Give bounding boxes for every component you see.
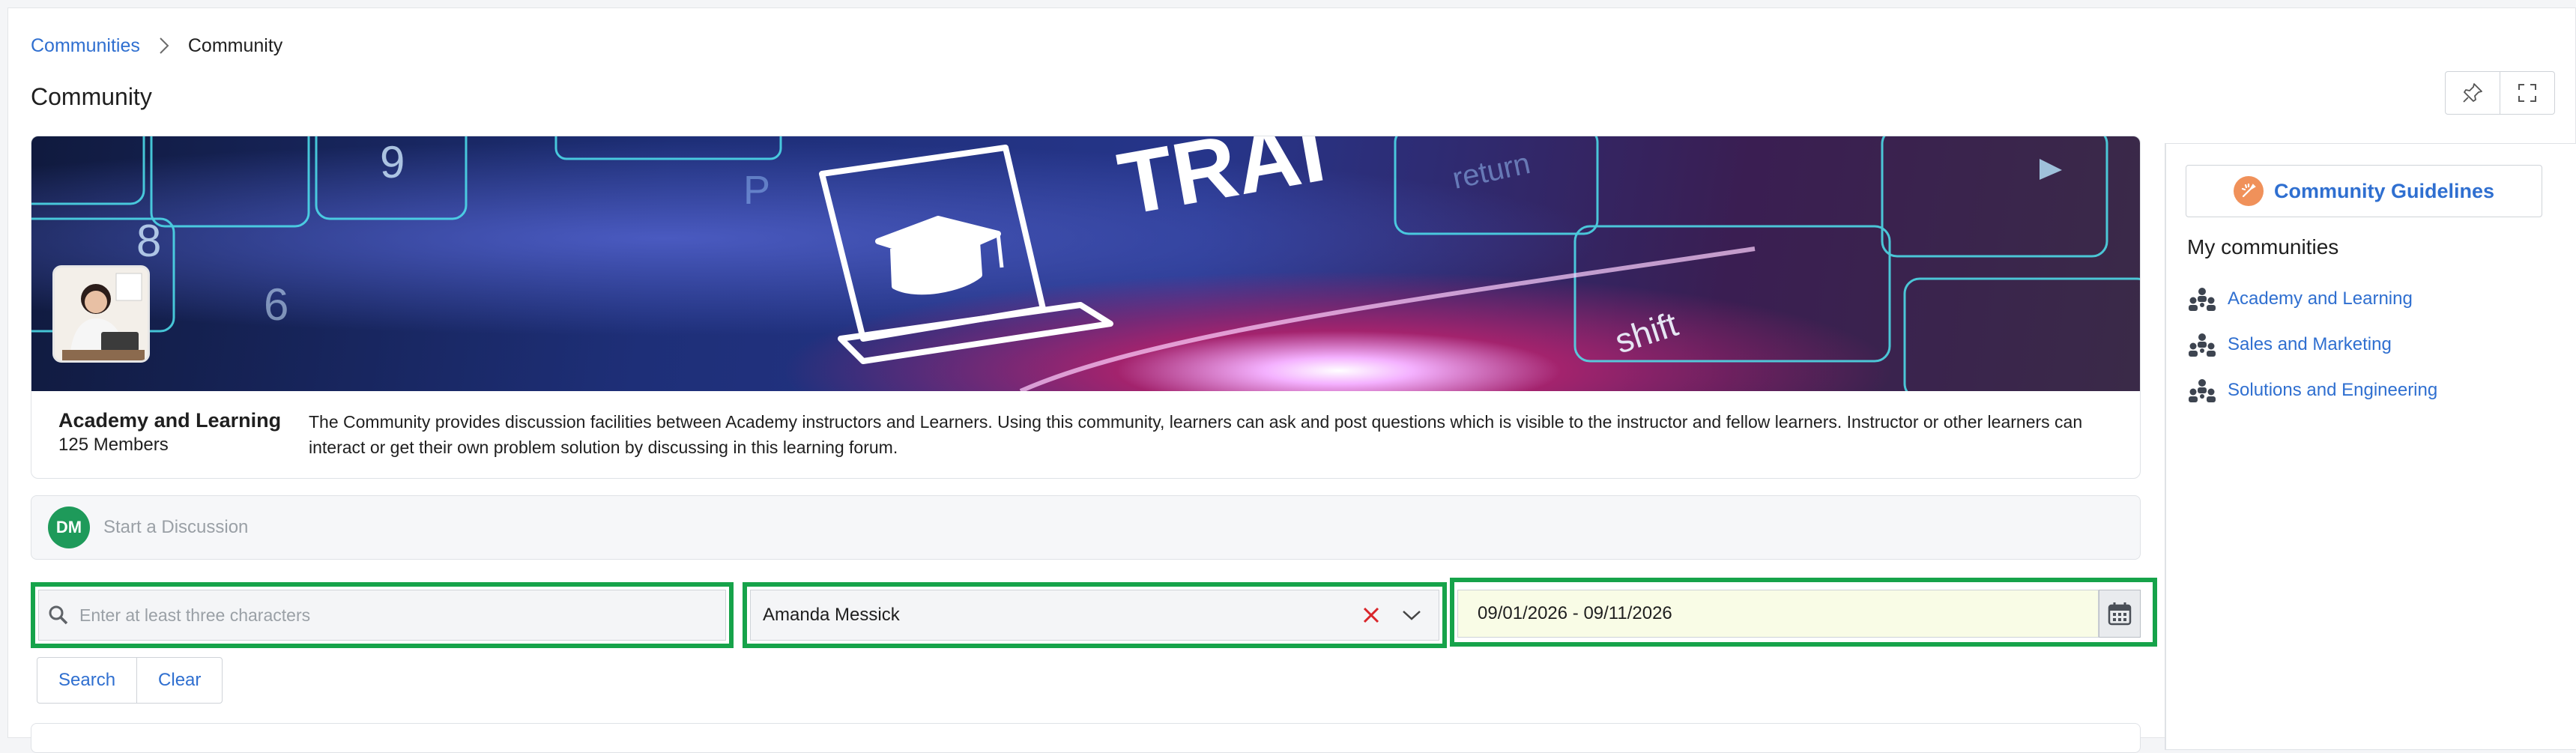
start-discussion-placeholder: Start a Discussion: [103, 517, 249, 537]
community-group-icon: [2189, 333, 2216, 357]
my-community-item-solutions[interactable]: Solutions and Engineering: [2187, 367, 2437, 413]
community-name: Academy and Learning: [58, 409, 282, 432]
page-tools: [2445, 71, 2555, 115]
sidebar: Community Guidelines My communities Acad…: [2165, 143, 2576, 750]
breadcrumb-current: Community: [187, 34, 283, 56]
community-avatar: [52, 265, 150, 363]
community-description: The Community provides discussion facili…: [309, 412, 2083, 457]
svg-text:8: 8: [136, 216, 161, 266]
community-members-count: 125 Members: [58, 435, 169, 455]
pin-icon: [2463, 83, 2482, 103]
page-container: Communities Community Community 9 8 6 P …: [7, 7, 2576, 753]
guidelines-icon: [2233, 176, 2264, 206]
my-community-label: Solutions and Engineering: [2228, 379, 2438, 400]
svg-text:shift: shift: [1610, 304, 1683, 361]
my-community-label: Sales and Marketing: [2228, 333, 2392, 354]
my-communities-list: Academy and Learning Sales and Marketing…: [2187, 276, 2437, 413]
chevron-down-icon[interactable]: [1401, 608, 1422, 622]
author-select[interactable]: Amanda Messick: [750, 590, 1439, 641]
my-community-item-sales[interactable]: Sales and Marketing: [2187, 321, 2437, 367]
calendar-button[interactable]: [2099, 590, 2141, 638]
search-icon: [49, 605, 68, 625]
start-discussion-box[interactable]: DM Start a Discussion: [31, 495, 2141, 560]
search-field: [38, 590, 726, 641]
my-communities-heading: My communities: [2187, 235, 2339, 258]
clear-button[interactable]: Clear: [136, 658, 222, 703]
community-banner-card: 9 8 6 P return shift TRAI Academy and Le…: [31, 136, 2141, 479]
community-guidelines-button[interactable]: Community Guidelines: [2186, 165, 2542, 217]
my-community-item-academy[interactable]: Academy and Learning: [2187, 276, 2437, 321]
svg-text:TRAI: TRAI: [1112, 136, 1332, 235]
expand-icon: [2518, 84, 2536, 102]
calendar-icon: [2108, 602, 2132, 626]
svg-text:9: 9: [380, 137, 405, 187]
community-banner-image: 9 8 6 P return shift TRAI: [31, 136, 2140, 391]
my-community-label: Academy and Learning: [2228, 288, 2413, 309]
fullscreen-button[interactable]: [2500, 72, 2554, 114]
date-range-value: 09/01/2026 - 09/11/2026: [1478, 603, 1672, 623]
author-select-value: Amanda Messick: [763, 605, 900, 625]
search-button[interactable]: Search: [37, 658, 136, 703]
date-range-input[interactable]: 09/01/2026 - 09/11/2026: [1457, 590, 2099, 638]
user-avatar: DM: [48, 506, 90, 548]
community-info: Academy and Learning 125 Members The Com…: [31, 391, 2140, 478]
breadcrumb: Communities Community: [31, 31, 282, 61]
community-group-icon: [2189, 378, 2216, 402]
svg-text:P: P: [743, 168, 770, 213]
pin-button[interactable]: [2446, 72, 2500, 114]
svg-text:return: return: [1450, 147, 1533, 196]
search-actions: Search Clear: [37, 657, 223, 704]
breadcrumb-communities-link[interactable]: Communities: [31, 35, 140, 57]
search-input[interactable]: [78, 604, 725, 626]
chevron-right-icon: [158, 36, 170, 55]
svg-text:6: 6: [264, 279, 288, 330]
community-guidelines-label: Community Guidelines: [2273, 179, 2495, 202]
community-group-icon: [2189, 287, 2216, 311]
discussion-list-card: [31, 723, 2141, 753]
page-title: Community: [31, 83, 152, 110]
clear-selection-icon[interactable]: [1362, 606, 1380, 624]
